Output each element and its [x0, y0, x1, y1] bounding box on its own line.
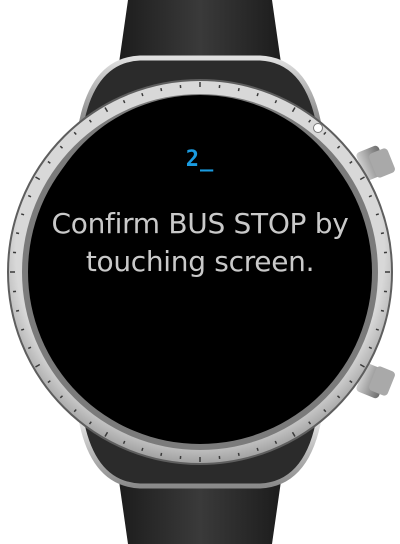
smartwatch-emulator: 2_ Confirm BUS STOP by touching screen.	[0, 0, 400, 544]
bezel-tick	[141, 92, 144, 97]
status-dot-icon	[313, 123, 323, 133]
bezel-tick	[375, 213, 380, 216]
bezel-tick	[20, 328, 25, 331]
bezel-tick	[20, 213, 25, 216]
watch-screen[interactable]: 2_ Confirm BUS STOP by touching screen.	[35, 95, 365, 425]
bezel-tick	[160, 452, 163, 457]
bezel-tick	[15, 309, 20, 312]
bezel-tick	[237, 87, 240, 92]
bezel-tick	[15, 232, 20, 235]
confirmation-code: 2_	[185, 147, 215, 172]
bezel-tick	[256, 92, 259, 97]
bezel-tick	[160, 87, 163, 92]
bezel-tick	[141, 447, 144, 452]
bezel-tick	[380, 309, 385, 312]
bezel-tick	[380, 232, 385, 235]
bezel-tick	[256, 447, 259, 452]
confirmation-message: Confirm BUS STOP by touching screen.	[51, 207, 349, 278]
bezel-tick	[375, 328, 380, 331]
bezel-tick	[237, 452, 240, 457]
